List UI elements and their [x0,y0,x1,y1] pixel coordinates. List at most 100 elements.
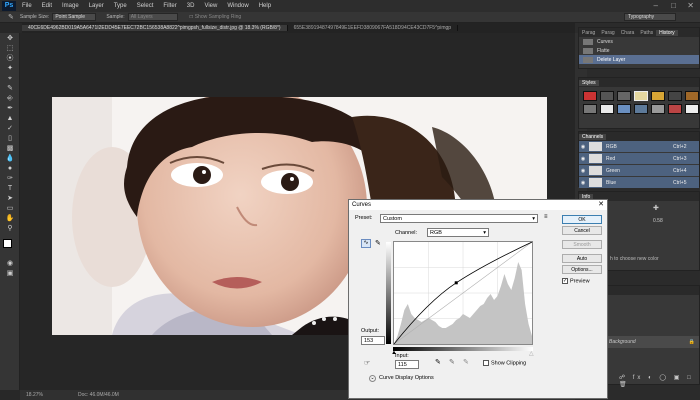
ok-button[interactable]: OK [562,215,602,224]
menu-layer[interactable]: Layer [89,3,104,9]
quick-select-tool-icon[interactable]: ✦ [3,64,17,73]
type-tool-icon[interactable]: T [3,184,17,193]
hand-tool-icon[interactable]: ✋ [3,214,17,223]
preset-options-icon[interactable]: ≡ [544,214,548,220]
eyedropper-tool-icon[interactable]: ✎ [3,84,17,93]
style-swatch[interactable] [634,104,648,114]
dialog-close-icon[interactable]: ✕ [598,200,604,210]
gradient-tool-icon[interactable]: ▩ [3,144,17,153]
style-swatch[interactable] [583,91,597,101]
show-ring-checkbox[interactable]: □ [190,14,193,20]
move-tool-icon[interactable]: ✥ [3,34,17,43]
menu-type[interactable]: Type [114,3,127,9]
channel-row-green[interactable]: ◉ Green Ctrl+4 [579,165,699,176]
channel-row-blue[interactable]: ◉ Blue Ctrl+5 [579,177,699,188]
crop-tool-icon[interactable]: ⌖ [3,74,17,83]
history-item[interactable]: Curves [579,37,699,46]
lasso-tool-icon[interactable]: ⦿ [3,54,17,63]
tab-channels[interactable]: Channels [579,133,607,140]
tab-paragraph-styles[interactable]: Parag [598,30,617,36]
curves-plot[interactable] [393,241,533,345]
menu-select[interactable]: Select [137,3,154,9]
menu-view[interactable]: View [204,3,217,9]
preview-checkbox[interactable]: ✓ Preview [562,278,590,284]
brush-tool-icon[interactable]: ✒ [3,104,17,113]
style-swatch[interactable] [617,104,631,114]
sample-select[interactable]: All Layers [127,13,178,21]
menu-help[interactable]: Help [259,3,271,9]
foreground-background-colors[interactable] [3,239,17,253]
menu-file[interactable]: File [22,3,32,9]
tab-character[interactable]: Chara [618,30,638,36]
style-swatch[interactable] [651,91,665,101]
eye-icon[interactable]: ◉ [579,180,587,186]
maximize-icon[interactable]: □ [671,1,676,10]
dodge-tool-icon[interactable]: ● [3,164,17,173]
menu-image[interactable]: Image [62,3,79,9]
smooth-button[interactable]: Smooth [562,240,602,249]
quick-mask-icon[interactable]: ◉ [3,259,17,268]
white-point-slider-icon[interactable]: △ [529,350,534,357]
foreground-color-swatch[interactable] [3,239,12,248]
style-swatch[interactable] [583,104,597,114]
minimize-icon[interactable]: – [654,1,658,10]
curve-display-options-toggle[interactable]: ⌄ Curve Display Options [369,375,434,382]
channel-select[interactable]: RGB [427,228,489,237]
curves-graph[interactable] [393,241,533,345]
zoom-level[interactable]: 18.27% [26,392,66,398]
style-swatch[interactable] [617,91,631,101]
pencil-icon[interactable]: ✎ [375,239,381,247]
menu-3d[interactable]: 3D [187,3,195,9]
targeted-adjustment-icon[interactable]: ☞ [364,359,370,367]
style-swatch[interactable] [668,91,682,101]
black-eyedropper-icon[interactable]: ✎ [435,358,441,366]
tab-paths[interactable]: Paths [637,30,656,36]
history-item[interactable]: Flatte [579,46,699,55]
history-item-selected[interactable]: Delete Layer [579,55,699,64]
show-clipping-checkbox[interactable]: Show Clipping [483,360,526,366]
workspace-select[interactable]: Typography [624,13,676,21]
healing-tool-icon[interactable]: ⎆ [3,94,17,103]
tab-history[interactable]: History [656,29,678,36]
style-swatch[interactable] [634,91,648,101]
preset-select[interactable]: Custom [380,214,538,223]
shape-tool-icon[interactable]: ▭ [3,204,17,213]
eye-icon[interactable]: ◉ [579,168,587,174]
style-swatch[interactable] [600,91,614,101]
sample-size-select[interactable]: Point Sample [52,13,97,21]
blur-tool-icon[interactable]: 💧 [3,154,17,163]
eye-icon[interactable]: ◉ [579,156,587,162]
eye-icon[interactable]: ◉ [579,144,587,150]
menu-edit[interactable]: Edit [42,3,52,9]
tab-document-1[interactable]: 40CE6DE4962BD019A5A6471I2EDD45E7EEC72BC1… [22,25,288,31]
close-icon[interactable]: ✕ [687,1,694,10]
gray-eyedropper-icon[interactable]: ✎ [449,358,455,366]
marquee-tool-icon[interactable]: ⬚ [3,44,17,53]
style-swatch[interactable] [685,104,699,114]
channel-row-red[interactable]: ◉ Red Ctrl+3 [579,153,699,164]
curve-edit-points-icon[interactable]: ∿ [361,239,371,248]
zoom-tool-icon[interactable]: ⚲ [3,224,17,233]
auto-button[interactable]: Auto [562,254,602,263]
history-brush-tool-icon[interactable]: ✓ [3,124,17,133]
tab-document-2[interactable]: 655E38919487497849E1EEFD3809067FA518D94C… [288,25,459,31]
path-select-tool-icon[interactable]: ➤ [3,194,17,203]
style-swatch[interactable] [651,104,665,114]
input-field[interactable]: 115 [395,360,419,369]
channel-row-rgb[interactable]: ◉ RGB Ctrl+2 [579,141,699,152]
menu-filter[interactable]: Filter [163,3,176,9]
options-button[interactable]: Options... [562,265,602,274]
pen-tool-icon[interactable]: ✑ [3,174,17,183]
eyedropper-icon[interactable]: ✎ [8,13,14,21]
style-swatch[interactable] [600,104,614,114]
menu-window[interactable]: Window [227,3,248,9]
stamp-tool-icon[interactable]: ▲ [3,114,17,123]
screen-mode-icon[interactable]: ▣ [3,269,17,278]
eraser-tool-icon[interactable]: ▯ [3,134,17,143]
tab-styles[interactable]: Styles [579,79,599,86]
style-swatch[interactable] [685,91,699,101]
cancel-button[interactable]: Cancel [562,226,602,235]
layers-footer-icons[interactable]: ☍ fx ◐ ◯ ▣ □ 🗑 [619,374,699,388]
tab-paragraph[interactable]: Parag [579,30,598,36]
white-eyedropper-icon[interactable]: ✎ [463,358,469,366]
